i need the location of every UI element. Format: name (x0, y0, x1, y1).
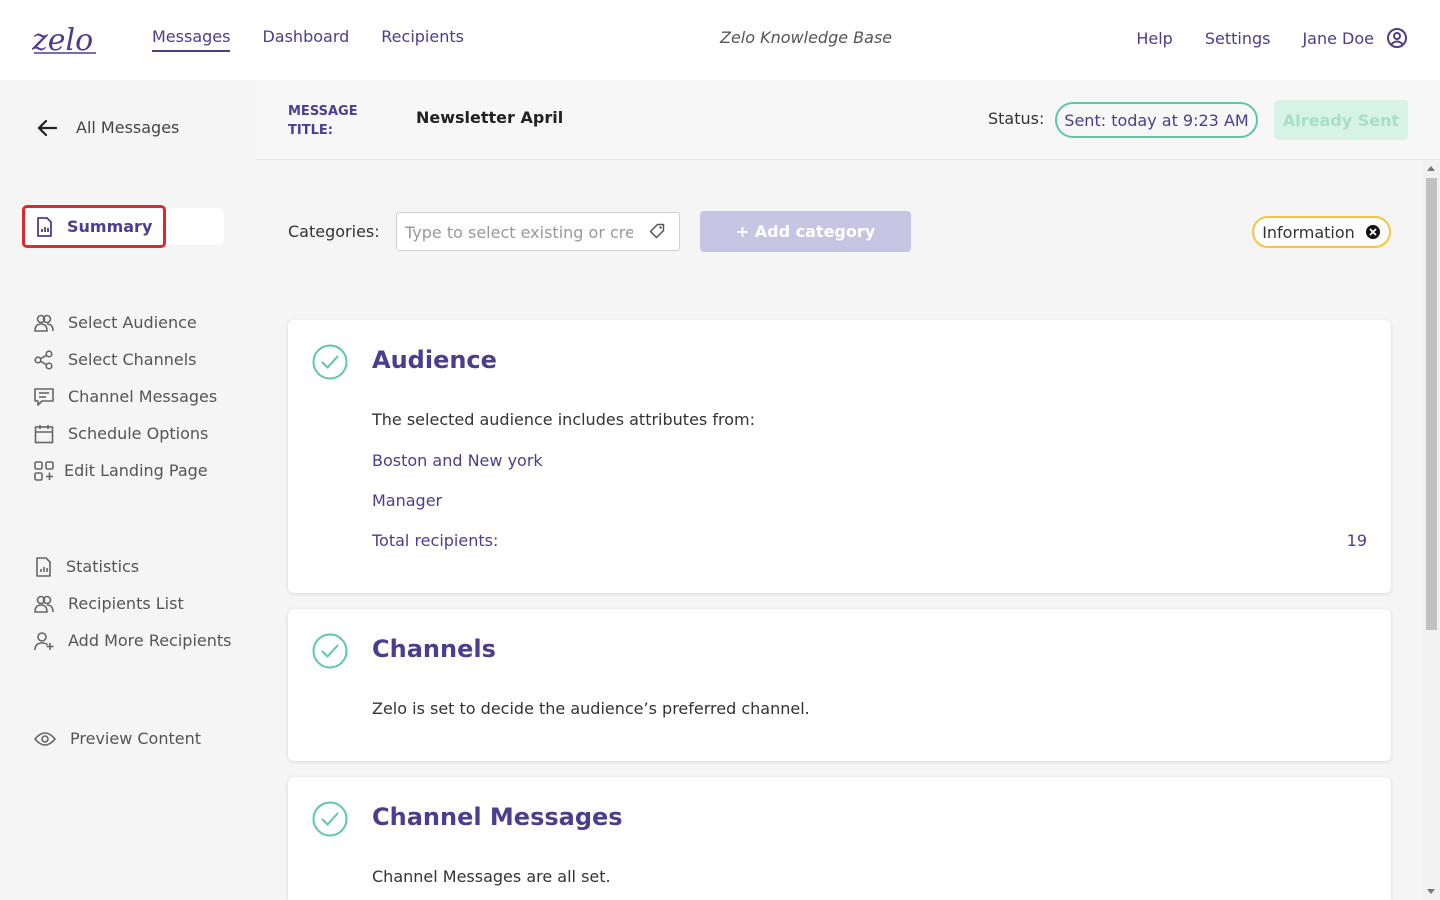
all-messages-back-link[interactable]: All Messages (36, 118, 179, 137)
nav-messages[interactable]: Messages (152, 27, 231, 52)
calendar-icon (34, 424, 54, 443)
grid-plus-icon (34, 460, 54, 481)
channel-messages-label: Channel Messages (68, 387, 218, 406)
check-circle-icon (312, 344, 348, 380)
categories-label: Categories: (288, 222, 380, 241)
nav-dashboard[interactable]: Dashboard (262, 27, 349, 52)
channels-title: Channels (372, 635, 496, 663)
report-icon (36, 556, 51, 577)
audience-card: Audience The selected audience includes … (288, 320, 1391, 593)
recipients-list-label: Recipients List (68, 594, 184, 613)
message-title-label-line1: MESSAGE (288, 104, 358, 119)
status-badge: Sent: today at 9:23 AM (1055, 102, 1258, 138)
sidebar-item-channel-messages[interactable]: Channel Messages (34, 378, 217, 415)
already-sent-button[interactable]: Already Sent (1274, 100, 1408, 140)
back-label: All Messages (76, 118, 180, 137)
channels-card: Channels Zelo is set to decide the audie… (288, 609, 1391, 761)
statistics-label: Statistics (66, 557, 140, 576)
sidebar-edit-group: Select Audience Select Channels Channel … (34, 304, 217, 489)
audience-title: Audience (372, 346, 497, 374)
nav-recipients[interactable]: Recipients (381, 27, 464, 52)
categories-input-wrapper (396, 212, 680, 251)
status-label: Status: (988, 109, 1045, 128)
top-navigation-bar: zelo Messages Dashboard Recipients Zelo … (0, 0, 1440, 80)
select-audience-label: Select Audience (68, 313, 197, 332)
total-recipients-value: 19 (1346, 531, 1367, 550)
user-avatar-icon (1387, 28, 1407, 48)
categories-input[interactable] (405, 221, 633, 243)
sidebar-item-add-more-recipients[interactable]: Add More Recipients (34, 622, 232, 659)
add-more-recipients-label: Add More Recipients (68, 631, 232, 650)
check-circle-icon (312, 633, 348, 669)
user-name: Jane Doe (1302, 28, 1374, 48)
vertical-scrollbar[interactable] (1423, 160, 1440, 900)
edit-landing-page-label: Edit Landing Page (64, 461, 208, 480)
arrow-left-icon (37, 119, 58, 136)
sidebar-item-select-channels[interactable]: Select Channels (34, 341, 217, 378)
sidebar-item-preview-content[interactable]: Preview Content (34, 720, 201, 757)
channel-messages-title: Channel Messages (372, 803, 623, 831)
message-title-value: Newsletter April (416, 108, 564, 127)
users-icon (34, 595, 54, 613)
information-toggle[interactable]: Information (1252, 216, 1391, 248)
scroll-up-arrow-icon[interactable] (1427, 166, 1435, 171)
main-nav: Messages Dashboard Recipients (152, 27, 464, 52)
scroll-down-arrow-icon[interactable] (1427, 889, 1435, 894)
sidebar: All Messages Summary Select Audience Sel… (0, 80, 256, 900)
preview-content-label: Preview Content (70, 729, 201, 748)
sidebar-item-recipients-list[interactable]: Recipients List (34, 585, 232, 622)
sidebar-item-statistics[interactable]: Statistics (34, 548, 232, 585)
channels-text: Zelo is set to decide the audience’s pre… (372, 699, 810, 718)
sidebar-item-summary[interactable]: Summary (22, 205, 166, 248)
audience-attribute-role: Manager (372, 491, 443, 510)
audience-attribute-location: Boston and New york (372, 451, 543, 470)
svg-text:zelo: zelo (32, 23, 93, 56)
share-icon (34, 349, 53, 370)
sidebar-item-edit-landing-page[interactable]: Edit Landing Page (34, 452, 217, 489)
zelo-logo[interactable]: zelo (32, 20, 104, 56)
audience-intro: The selected audience includes attribute… (372, 410, 755, 429)
summary-row: Summary (22, 205, 224, 248)
sidebar-item-select-audience[interactable]: Select Audience (34, 304, 217, 341)
settings-link[interactable]: Settings (1205, 29, 1271, 48)
eye-icon (34, 731, 56, 746)
close-circle-icon (1365, 225, 1380, 239)
users-icon (34, 314, 54, 332)
channel-messages-card: Channel Messages Channel Messages are al… (288, 777, 1391, 900)
help-link[interactable]: Help (1136, 29, 1172, 48)
report-icon (37, 216, 52, 237)
sidebar-item-schedule-options[interactable]: Schedule Options (34, 415, 217, 452)
add-category-button[interactable]: + Add category (700, 211, 911, 252)
check-circle-icon (312, 801, 348, 837)
message-title-label-line2: TITLE: (288, 123, 333, 138)
sidebar-results-group: Statistics Recipients List Add More Reci… (34, 548, 232, 659)
information-label: Information (1262, 222, 1355, 242)
select-channels-label: Select Channels (68, 350, 197, 369)
tag-icon (649, 223, 665, 239)
user-menu[interactable]: Jane Doe (1302, 27, 1408, 49)
total-recipients-label: Total recipients: (372, 531, 499, 550)
schedule-options-label: Schedule Options (68, 424, 209, 443)
channel-messages-text: Channel Messages are all set. (372, 867, 611, 886)
message-icon (34, 387, 54, 406)
sidebar-preview-group: Preview Content (34, 720, 201, 757)
knowledge-base-link[interactable]: Zelo Knowledge Base (720, 28, 892, 47)
top-right-menu: Help Settings Jane Doe (1136, 27, 1408, 49)
scrollbar-thumb[interactable] (1426, 178, 1437, 630)
user-plus-icon (34, 631, 54, 650)
message-header: MESSAGE TITLE: Newsletter April Status: … (256, 80, 1440, 160)
summary-label: Summary (67, 217, 153, 236)
message-title-label: MESSAGE TITLE: (288, 102, 368, 140)
